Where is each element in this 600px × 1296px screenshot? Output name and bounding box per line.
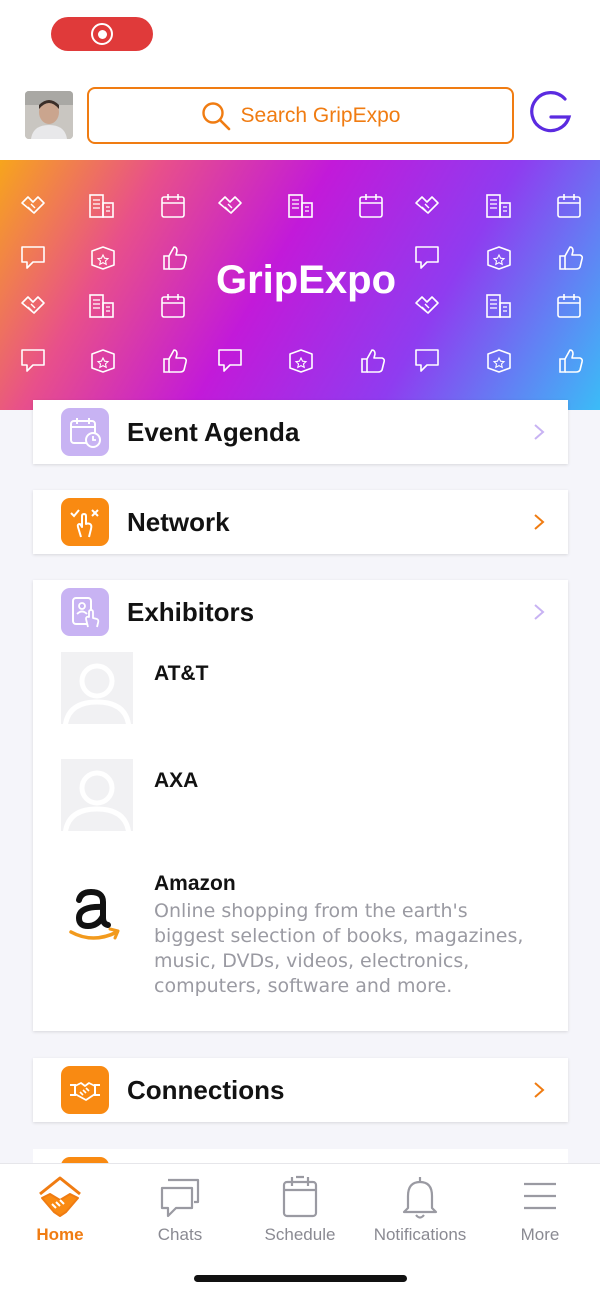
- calendar-clock-icon: [61, 408, 109, 456]
- handshake-icon: [61, 1066, 109, 1114]
- connections-card[interactable]: Connections: [33, 1058, 568, 1122]
- swipe-match-icon: [61, 498, 109, 546]
- exhibitor-item[interactable]: AT&T: [33, 644, 568, 751]
- status-bar: [0, 0, 600, 70]
- tab-schedule[interactable]: Schedule: [240, 1174, 360, 1245]
- tab-home[interactable]: Home: [0, 1174, 120, 1245]
- tab-label: Schedule: [264, 1225, 336, 1244]
- bell-icon: [402, 1177, 438, 1219]
- tab-chats[interactable]: Chats: [120, 1174, 240, 1245]
- screen-recording-indicator[interactable]: [51, 17, 153, 51]
- exhibitors-card: Exhibitors AT&T AXA Amazon Online shoppi…: [33, 580, 568, 1031]
- next-menu-card[interactable]: [33, 1149, 568, 1163]
- avatar-photo: [25, 91, 73, 139]
- exhibitor-item[interactable]: Amazon Online shopping from the earth's …: [33, 858, 568, 1028]
- event-banner: GripExpo: [0, 160, 600, 410]
- search-icon: [201, 101, 230, 130]
- calendar-icon: [282, 1175, 318, 1218]
- tab-label: Home: [36, 1225, 84, 1244]
- connections-label: Connections: [127, 1074, 285, 1105]
- gripexpo-logo-icon[interactable]: [527, 90, 573, 136]
- search-placeholder: Search GripExpo: [240, 103, 401, 127]
- tab-more[interactable]: More: [480, 1174, 600, 1245]
- network-label: Network: [127, 506, 230, 537]
- exhibitor-item[interactable]: AXA: [33, 751, 568, 858]
- hamburger-menu-icon: [524, 1182, 556, 1210]
- exhibitor-name: AT&T: [154, 662, 209, 685]
- chevron-right-icon: [534, 424, 545, 440]
- network-card[interactable]: Network: [33, 490, 568, 554]
- amazon-logo-icon: [69, 888, 120, 940]
- chat-bubbles-icon: [160, 1178, 200, 1218]
- tab-label: Notifications: [373, 1225, 467, 1244]
- exhibitors-label: Exhibitors: [127, 596, 255, 627]
- tab-notifications[interactable]: Notifications: [360, 1174, 480, 1245]
- record-icon: [91, 23, 113, 45]
- tab-label: Chats: [157, 1225, 203, 1244]
- exhibitor-badge-icon: [61, 588, 109, 636]
- home-handshake-icon: [39, 1176, 81, 1217]
- home-indicator[interactable]: [194, 1275, 407, 1282]
- exhibitor-placeholder-avatar-icon: [61, 652, 133, 724]
- exhibitor-name: Amazon: [154, 872, 236, 895]
- user-avatar[interactable]: [25, 91, 73, 139]
- tab-label: More: [520, 1225, 560, 1244]
- exhibitor-description: Online shopping from the earth's biggest…: [154, 900, 524, 997]
- exhibitor-placeholder-avatar-icon: [61, 759, 133, 831]
- search-input[interactable]: Search GripExpo: [87, 87, 514, 144]
- exhibitors-header[interactable]: Exhibitors: [33, 580, 568, 644]
- exhibitor-name: AXA: [154, 769, 199, 792]
- chevron-right-icon: [534, 514, 545, 530]
- event-agenda-label: Event Agenda: [127, 416, 300, 447]
- banner-title: GripExpo: [215, 258, 397, 302]
- chevron-right-icon: [534, 604, 545, 620]
- chevron-right-icon: [534, 1082, 545, 1098]
- top-header: Search GripExpo: [0, 70, 600, 160]
- event-agenda-card[interactable]: Event Agenda: [33, 400, 568, 464]
